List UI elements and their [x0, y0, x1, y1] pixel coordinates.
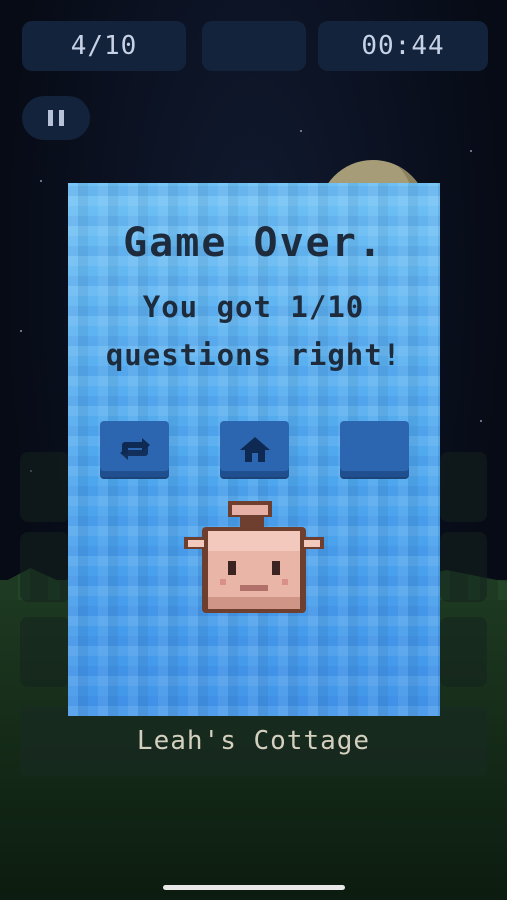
question-progress: 4/10 [22, 21, 186, 71]
home-button[interactable] [220, 421, 289, 477]
hud-blank-box [202, 21, 306, 71]
answer-slot [20, 617, 70, 687]
star [480, 420, 482, 422]
retry-button[interactable] [100, 421, 169, 477]
retry-icon [119, 438, 150, 460]
home-indicator [163, 885, 345, 890]
timer: 00:44 [318, 21, 488, 71]
home-icon [239, 437, 270, 462]
star [300, 130, 302, 132]
location-label: Leah's Cottage [20, 706, 487, 776]
result-line-1: You got 1/10 [142, 290, 365, 324]
answer-slot [20, 532, 70, 602]
answer-slot [440, 452, 487, 522]
dialog-title: Game Over. [123, 220, 384, 266]
result-line-2: questions right! [105, 338, 402, 372]
pause-icon [48, 110, 53, 126]
answer-slot [440, 532, 487, 602]
pufferfish-sprite [184, 501, 324, 613]
answer-slot [20, 452, 70, 522]
star [40, 180, 42, 182]
blank-button[interactable] [340, 421, 409, 477]
star [20, 330, 22, 332]
star [470, 150, 472, 152]
answer-slot [440, 617, 487, 687]
pause-button[interactable] [22, 96, 90, 140]
